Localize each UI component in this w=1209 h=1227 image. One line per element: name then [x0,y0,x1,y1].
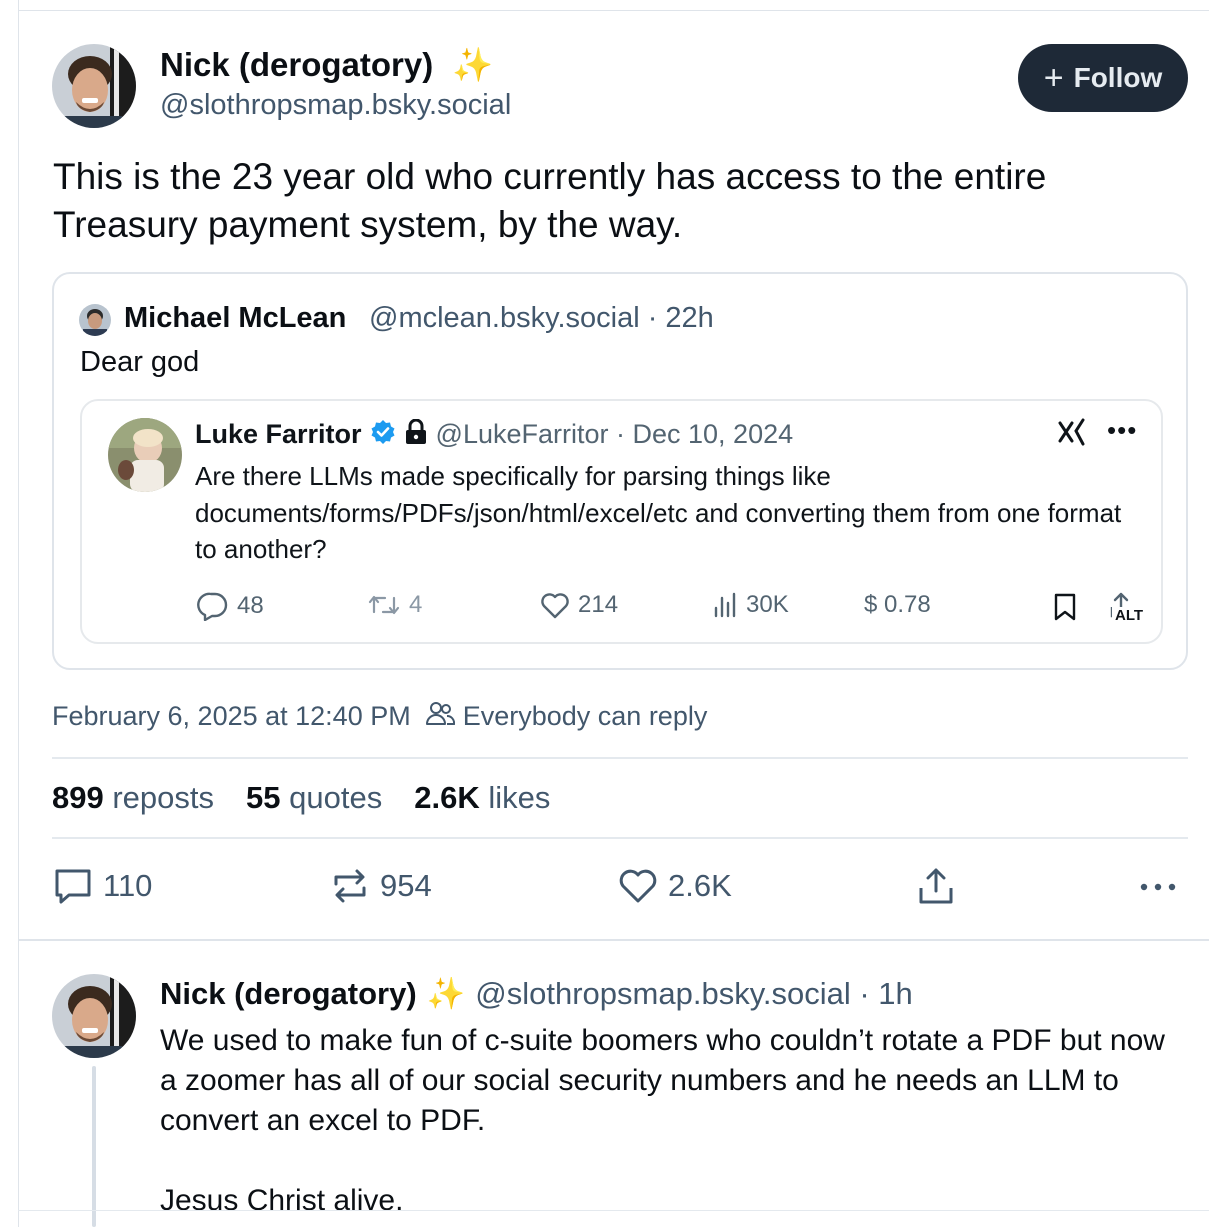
repost-button[interactable]: 954 [330,866,432,906]
thread-line [92,1066,96,1227]
plus-icon: + [1043,59,1064,97]
quotes-stat[interactable]: 55 quotes [246,780,382,816]
post-separator [18,939,1209,941]
embed-likes: 214 [540,591,618,619]
embed-views: 30K [712,591,789,619]
quotes-label: quotes [289,780,383,815]
embed-retweet-icon [368,595,400,615]
embed-price: $ 0.78 [864,591,931,619]
quotes-count: 55 [246,780,281,815]
timestamp-row: February 6, 2025 at 12:40 PM Everybody c… [52,700,707,733]
embed-more-icon: ••• [1107,415,1138,445]
quote-author-name[interactable]: Michael McLean [124,302,346,335]
reply-text: We used to make fun of c-suite boomers w… [160,1024,1165,1137]
embed-text: Are there LLMs made specifically for par… [195,461,1122,564]
embed-views-count: 30K [746,591,789,618]
reply-setting[interactable]: Everybody can reply [463,701,708,732]
embed-author-avatar [108,418,182,492]
embed-views-icon [714,592,736,618]
quote-author-avatar[interactable] [79,304,111,336]
post-text: This is the 23 year old who currently ha… [53,156,1047,245]
reply-icon [55,869,91,904]
reply-author-meta[interactable]: @slothropsmap.bsky.social · 1h [475,976,913,1012]
likes-count: 2.6K [414,780,480,815]
quote-text: Dear god [80,346,200,378]
alt-badge[interactable]: ALT [1112,607,1147,624]
embed-retweets-count: 4 [409,591,423,618]
quote-author-meta[interactable]: @mclean.bsky.social · 22h [369,302,714,335]
reply-author-name[interactable]: Nick (derogatory) [160,976,417,1012]
verified-badge-icon [370,419,396,450]
frame-left-border [18,0,19,1227]
divider-top [52,757,1188,759]
more-options-button[interactable] [1139,872,1177,902]
repost-icon [334,869,366,903]
embed-replies-count: 48 [237,592,264,619]
bottom-divider [18,1210,1209,1211]
like-count: 2.6K [668,868,732,903]
embed-header: Luke Farritor @LukeFarritor · Dec 10, 20… [195,418,794,450]
grok-icon [1057,417,1087,455]
reply-header: Nick (derogatory) ✨ @slothropsmap.bsky.s… [160,975,913,1012]
reply-text-continued: Jesus Christ alive. [160,1184,404,1217]
reply-button[interactable]: 110 [53,866,152,906]
people-icon [425,700,455,733]
heart-icon [619,869,657,903]
divider-bottom [52,837,1188,839]
embedded-screenshot[interactable]: Luke Farritor @LukeFarritor · Dec 10, 20… [80,399,1163,644]
reply-sparkles-icon: ✨ [426,976,466,1011]
follow-label: Follow [1073,62,1163,93]
repost-count: 954 [380,868,432,903]
reposts-label: reposts [112,780,215,815]
embed-bookmark-icon [1052,592,1078,622]
share-button[interactable] [916,866,956,906]
author-name-text: Nick (derogatory) [160,46,434,83]
embed-replies: 48 [197,591,264,621]
share-icon [919,868,953,904]
likes-label: likes [488,780,551,815]
like-button[interactable]: 2.6K [618,866,732,906]
more-icon [1140,883,1176,891]
sparkles-icon: ✨ [452,46,494,83]
embed-author-meta: @LukeFarritor · Dec 10, 2024 [435,419,794,449]
author-handle[interactable]: @slothropsmap.bsky.social [160,89,511,122]
follow-button[interactable]: + Follow [1018,44,1188,112]
embed-reply-icon [197,592,228,621]
engagement-stats: 899 reposts 55 quotes 2.6K likes [52,780,550,816]
author-avatar[interactable] [52,44,136,128]
embed-author-name: Luke Farritor [195,419,362,449]
reposts-stat[interactable]: 899 reposts [52,780,214,816]
embed-likes-count: 214 [578,591,619,618]
embed-price-value: $ 0.78 [864,591,931,618]
author-name[interactable]: Nick (derogatory) ✨ [160,46,493,85]
frame-top-border [18,10,1209,11]
post-timestamp[interactable]: February 6, 2025 at 12:40 PM [52,701,411,732]
reply-count: 110 [103,868,153,903]
reply-author-avatar[interactable] [52,974,136,1058]
embed-heart-icon [541,593,569,619]
embed-retweets: 4 [367,591,422,619]
quote-card[interactable]: Michael McLean @mclean.bsky.social · 22h… [52,272,1188,670]
reposts-count: 899 [52,780,104,815]
likes-stat[interactable]: 2.6K likes [414,780,550,816]
lock-icon [404,418,428,450]
